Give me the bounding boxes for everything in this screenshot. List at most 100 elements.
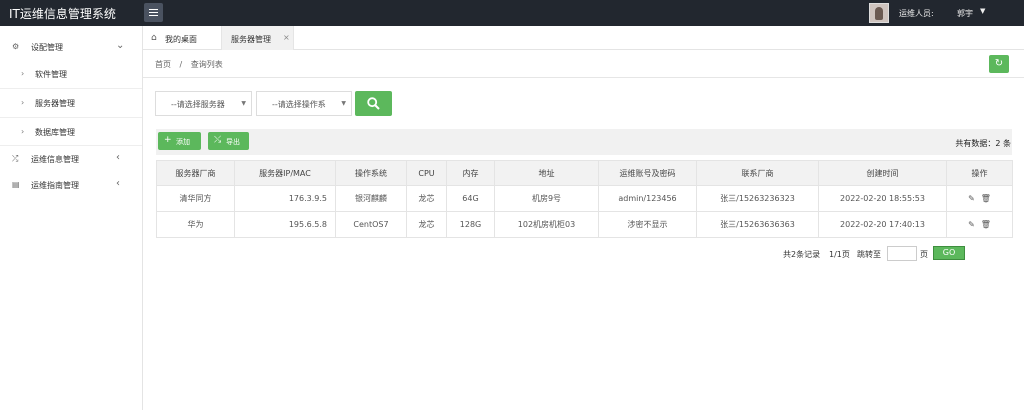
pager-jump-label: 跳转至 — [857, 250, 881, 259]
cell-ip: 176.3.9.5 — [234, 185, 336, 212]
settings-icon: ⚙ — [12, 42, 20, 51]
caret-down-icon[interactable]: ▼ — [980, 7, 985, 15]
cell-contact: 张三/15263636363 — [696, 211, 819, 238]
table-toolbar: + 添加 ⤯ 导出 共有数据：2 条 — [156, 129, 1012, 155]
tab-label: 我的桌面 — [165, 35, 197, 44]
sidebar-item-label: 服务器管理 — [35, 99, 75, 108]
cell-cpu: 龙芯 — [406, 211, 447, 238]
cell-memory: 128G — [446, 211, 495, 238]
chevron-right-icon: › — [21, 98, 25, 107]
sidebar-item-database[interactable]: › 数据库管理 — [0, 119, 142, 145]
main-content: 首页 / 查询列表 ↻ --请选择服务器 ▼ --请选择操作系 ▼ + 添加 ⤯… — [143, 50, 1024, 410]
caret-down-icon: ▼ — [241, 100, 246, 107]
column-header: 服务器IP/MAC — [234, 160, 336, 186]
edit-icon[interactable]: ✎ — [968, 194, 975, 203]
divider — [0, 117, 142, 118]
cell-actions: ✎ 🗑 — [946, 211, 1013, 238]
sidebar-item-label: 运维指南管理 — [31, 181, 79, 190]
go-button[interactable]: GO — [933, 246, 965, 260]
top-bar: IT运维信息管理系统 运维人员: 郭宇 ▼ — [0, 0, 1024, 26]
breadcrumb-home[interactable]: 首页 — [155, 60, 171, 69]
chevron-left-icon: ‹ — [116, 152, 120, 163]
home-icon: ⌂ — [151, 33, 157, 43]
close-icon[interactable]: × — [283, 33, 290, 42]
sidebar-item-label: 数据库管理 — [35, 128, 75, 137]
hamburger-icon-line — [149, 15, 158, 16]
column-header: 服务器厂商 — [156, 160, 235, 186]
sidebar-item-label: 运维信息管理 — [31, 155, 79, 164]
cell-vendor: 华为 — [156, 211, 235, 238]
cell-ip: 195.6.5.8 — [234, 211, 336, 238]
tab-server-management[interactable]: 服务器管理 × — [221, 26, 294, 50]
column-header: 联系厂商 — [696, 160, 819, 186]
cell-created: 2022-02-20 18:55:53 — [818, 185, 947, 212]
book-icon: ▤ — [12, 180, 20, 189]
chevron-right-icon: › — [21, 69, 25, 78]
cell-address: 102机房机柜03 — [494, 211, 599, 238]
caret-down-icon: ▼ — [341, 100, 346, 107]
cell-os: 银河麒麟 — [335, 185, 407, 212]
sidebar-item-software[interactable]: › 软件管理 — [0, 61, 142, 87]
tab-my-desktop[interactable]: ⌂ 我的桌面 — [151, 26, 217, 50]
search-button[interactable] — [355, 91, 392, 116]
search-icon — [367, 97, 380, 110]
os-select-value: --请选择操作系 — [272, 100, 326, 109]
trash-icon[interactable]: 🗑 — [981, 220, 991, 229]
page-jump-input[interactable] — [887, 246, 917, 261]
sidebar-item-server[interactable]: › 服务器管理 — [0, 90, 142, 116]
edit-icon[interactable]: ✎ — [968, 220, 975, 229]
sidebar-item-device-management[interactable]: ⚙ 设配管理 ⌄ — [0, 34, 142, 60]
server-select[interactable]: --请选择服务器 ▼ — [155, 91, 252, 116]
refresh-icon: ↻ — [994, 58, 1004, 69]
breadcrumb-current: 查询列表 — [190, 60, 223, 69]
column-header: 操作 — [946, 160, 1013, 186]
cell-actions: ✎ 🗑 — [946, 185, 1013, 212]
pager-page-info: 1/1页 — [829, 250, 850, 259]
app-title: IT运维信息管理系统 — [9, 7, 116, 21]
server-table: 服务器厂商 服务器IP/MAC 操作系统 CPU 内存 地址 运维账号及密码 联… — [156, 160, 1013, 238]
avatar[interactable] — [869, 3, 889, 23]
chevron-left-icon: ‹ — [116, 178, 120, 189]
breadcrumb: 首页 / 查询列表 — [155, 59, 229, 70]
user-role-label: 运维人员: — [899, 9, 934, 18]
user-name[interactable]: 郭宇 — [957, 8, 973, 19]
cell-address: 机房9号 — [494, 185, 599, 212]
column-header: 运维账号及密码 — [598, 160, 697, 186]
sidebar-item-ops-info[interactable]: ⤮ 运维信息管理 ‹ — [0, 146, 142, 172]
cell-vendor: 清华同方 — [156, 185, 235, 212]
export-button[interactable]: ⤯ 导出 — [208, 132, 249, 150]
cell-account: admin/123456 — [598, 185, 697, 212]
column-header: CPU — [406, 160, 447, 186]
chevron-right-icon: › — [21, 127, 25, 136]
table-row[interactable]: 华为 195.6.5.8 CentOS7 龙芯 128G 102机房机柜03 涉… — [156, 211, 1013, 238]
chevron-down-icon: ⌄ — [116, 40, 125, 51]
cell-memory: 64G — [446, 185, 495, 212]
tab-label: 服务器管理 — [231, 35, 271, 44]
column-header: 内存 — [446, 160, 495, 186]
export-button-label: 导出 — [226, 138, 240, 146]
cell-created: 2022-02-20 17:40:13 — [818, 211, 947, 238]
share-icon: ⤮ — [12, 154, 19, 163]
cell-account: 涉密不显示 — [598, 211, 697, 238]
menu-toggle-button[interactable] — [144, 3, 163, 22]
tab-bar: ⌂ 我的桌面 服务器管理 × — [143, 26, 1024, 50]
add-button[interactable]: + 添加 — [158, 132, 201, 150]
hamburger-icon-line — [149, 12, 158, 13]
sidebar-item-ops-guide[interactable]: ▤ 运维指南管理 ‹ — [0, 172, 142, 198]
sidebar-item-label: 设配管理 — [31, 43, 63, 52]
cell-os: CentOS7 — [335, 211, 407, 238]
pagination: 共2条记录 1/1页 跳转至 页 GO — [783, 246, 1013, 262]
table-header-row: 服务器厂商 服务器IP/MAC 操作系统 CPU 内存 地址 运维账号及密码 联… — [156, 160, 1013, 186]
column-header: 操作系统 — [335, 160, 407, 186]
hamburger-icon — [149, 9, 158, 10]
plus-icon: + — [164, 135, 172, 145]
refresh-button[interactable]: ↻ — [989, 55, 1009, 73]
share-icon: ⤯ — [214, 135, 222, 145]
server-select-value: --请选择服务器 — [171, 100, 225, 109]
os-select[interactable]: --请选择操作系 ▼ — [256, 91, 352, 116]
cell-contact: 张三/15263236323 — [696, 185, 819, 212]
column-header: 创建时间 — [818, 160, 947, 186]
table-row[interactable]: 清华同方 176.3.9.5 银河麒麟 龙芯 64G 机房9号 admin/12… — [156, 185, 1013, 212]
pager-summary: 共2条记录 — [783, 250, 821, 259]
trash-icon[interactable]: 🗑 — [981, 194, 991, 203]
